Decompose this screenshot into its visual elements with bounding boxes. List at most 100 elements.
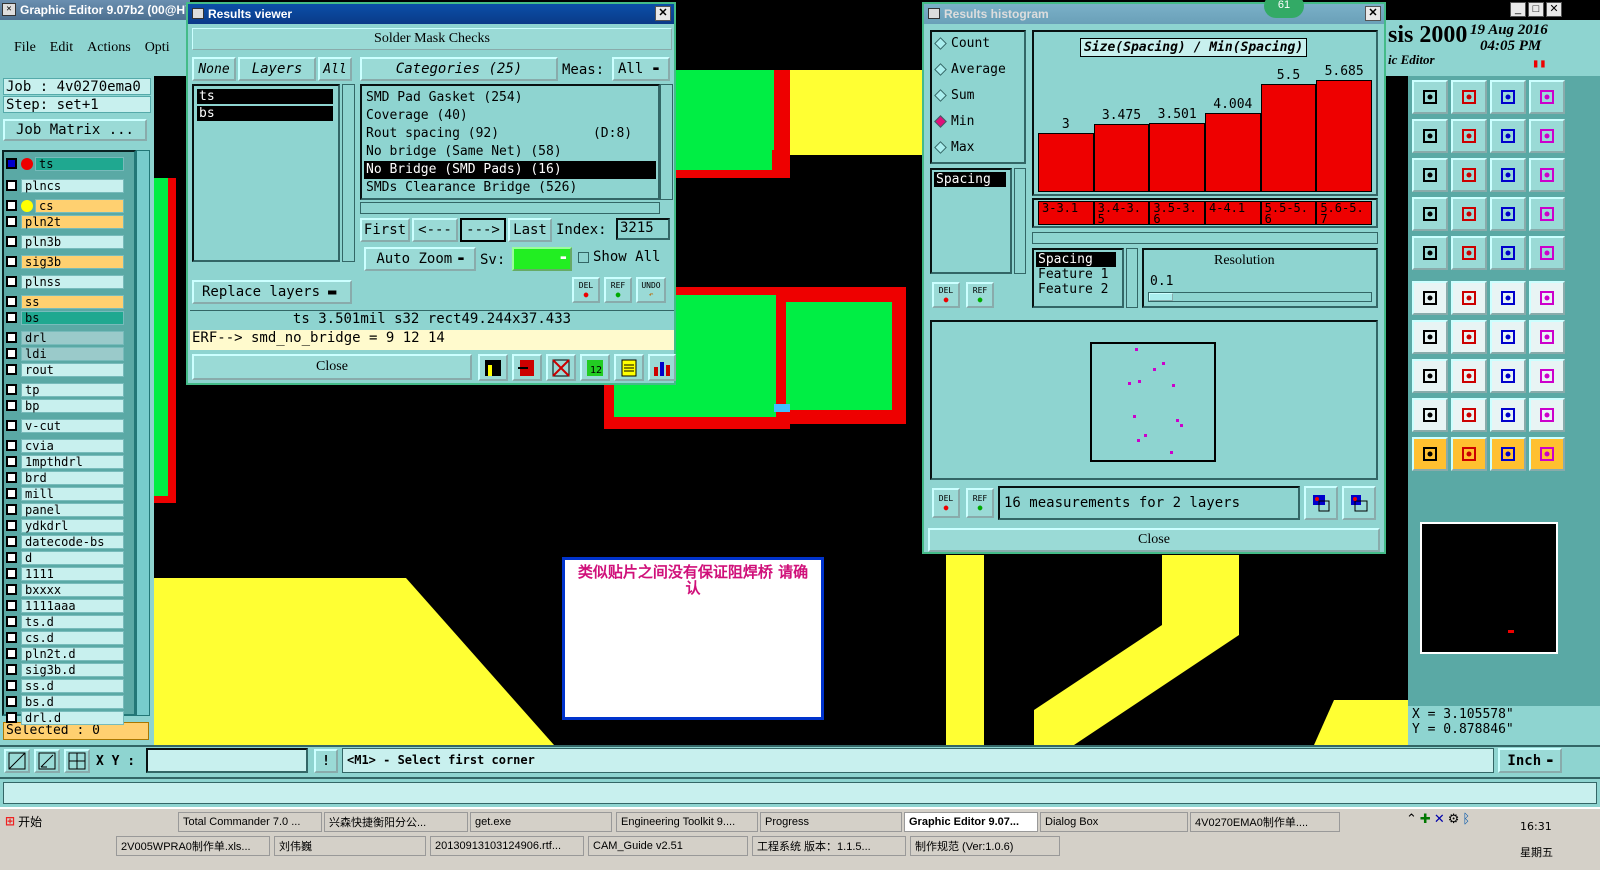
histogram-bar[interactable]	[1316, 80, 1372, 192]
sv-color-dropdown[interactable]: ▬	[512, 247, 572, 271]
feature-scrollbar[interactable]	[1126, 248, 1138, 308]
layer-item-bs[interactable]: bs	[197, 106, 333, 121]
pointer-move-icon[interactable]	[1529, 437, 1565, 471]
mirror-icon[interactable]	[1490, 119, 1526, 153]
layer-row-brd[interactable]: brd	[6, 470, 124, 485]
category-scrollbar[interactable]	[660, 84, 673, 200]
layer-checkbox[interactable]	[6, 552, 17, 563]
ref-button[interactable]: REF ●	[604, 277, 632, 303]
layer-row-rout[interactable]: rout	[6, 362, 124, 377]
category-item[interactable]: SMDs Clearance Bridge (526)	[364, 179, 656, 197]
layer-checkbox[interactable]	[6, 632, 17, 643]
taskbar-item[interactable]: Engineering Toolkit 9....	[616, 812, 758, 832]
taskbar-item[interactable]: CAM_Guide v2.51	[588, 836, 748, 856]
route-icon[interactable]	[1412, 281, 1448, 315]
histogram-bar[interactable]	[1205, 113, 1261, 192]
layer-row-v-cut[interactable]: v-cut	[6, 418, 124, 433]
auto-zoom-dropdown[interactable]: Auto Zoom ▬	[364, 247, 476, 271]
ref-button-2[interactable]: REF ●	[966, 488, 994, 518]
maximize-icon[interactable]: □	[1528, 2, 1544, 17]
move-left-icon[interactable]	[1412, 119, 1448, 153]
xy-input[interactable]	[146, 748, 308, 773]
layer-row-ss[interactable]: ss	[6, 294, 124, 309]
measure-points-icon[interactable]	[1490, 197, 1526, 231]
layer-checkbox[interactable]	[6, 332, 17, 343]
scale-icon[interactable]	[1490, 158, 1526, 192]
none-button[interactable]: None	[192, 57, 236, 81]
layer-checkbox[interactable]	[6, 440, 17, 451]
layer-checkbox[interactable]	[6, 236, 17, 247]
layer-checkbox[interactable]	[6, 536, 17, 547]
layer-checkbox[interactable]	[6, 456, 17, 467]
option-max[interactable]: Max	[934, 140, 974, 155]
layer-checkbox[interactable]	[6, 600, 17, 611]
layer-row-ldi[interactable]: ldi	[6, 346, 124, 361]
slash-icon[interactable]	[1451, 320, 1487, 354]
layer-row-sig3b.d[interactable]: sig3b.d	[6, 662, 124, 677]
layer-checkbox[interactable]	[6, 584, 17, 595]
feature-spacing[interactable]: Spacing	[1036, 252, 1116, 267]
first-button[interactable]: First	[360, 218, 410, 242]
layer-row-d[interactable]: d	[6, 550, 124, 565]
polygon-icon[interactable]	[1451, 236, 1487, 270]
close-tray-icon[interactable]: ✕	[1434, 812, 1445, 852]
taskbar-item[interactable]: 制作规范 (Ver:1.0.6)	[910, 836, 1060, 856]
network-icon[interactable]: ✚	[1420, 812, 1431, 852]
ruler-icon[interactable]	[1490, 236, 1526, 270]
preview-box[interactable]	[1090, 342, 1216, 462]
layer-row-cvia[interactable]: cvia	[6, 438, 124, 453]
layer-row-pln3b[interactable]: pln3b	[6, 234, 124, 249]
del-button-2[interactable]: DEL ●	[932, 488, 960, 518]
layer-row-plncs[interactable]: plncs	[6, 178, 124, 193]
grid-icon[interactable]	[64, 749, 90, 773]
settings-icon[interactable]: ⚙	[1448, 812, 1460, 852]
add-pad-icon[interactable]	[1412, 359, 1448, 393]
triangle-icon[interactable]	[1412, 398, 1448, 432]
layer-checkbox[interactable]	[6, 312, 17, 323]
layer-row-tp[interactable]: tp	[6, 382, 124, 397]
option-sum[interactable]: Sum	[934, 88, 974, 103]
layer-checkbox[interactable]	[6, 200, 17, 211]
category-list[interactable]: SMD Pad Gasket (254) Coverage (40) Rout sp…	[360, 84, 660, 200]
layer-row-cs[interactable]: cs	[6, 198, 124, 213]
measure-icon[interactable]	[34, 749, 60, 773]
layer-checkbox[interactable]	[6, 520, 17, 531]
layer-checkbox[interactable]	[6, 680, 17, 691]
spacing-icon[interactable]	[1490, 359, 1526, 393]
meas-dropdown[interactable]: All ▬	[612, 57, 670, 81]
exit-icon[interactable]	[512, 354, 542, 381]
histogram-close-button[interactable]: Close	[928, 528, 1380, 552]
close-icon[interactable]: ✕	[1546, 2, 1562, 17]
menu-actions[interactable]: Actions	[87, 40, 131, 56]
close-icon[interactable]: ✕	[1365, 6, 1381, 21]
layer-row-mill[interactable]: mill	[6, 486, 124, 501]
categories-button[interactable]: Categories (25)	[360, 57, 558, 81]
taskbar-item[interactable]: Dialog Box	[1040, 812, 1188, 832]
flip-icon[interactable]	[1529, 320, 1565, 354]
del-button[interactable]: DEL ●	[932, 282, 960, 308]
layer-down-icon[interactable]	[1451, 80, 1487, 114]
layer-checkbox[interactable]	[6, 420, 17, 431]
feature-1[interactable]: Feature 1	[1036, 267, 1120, 282]
pan-icon[interactable]	[1451, 158, 1487, 192]
snap-icon[interactable]	[4, 749, 30, 773]
move-right-icon[interactable]	[1451, 119, 1487, 153]
layer-checkbox[interactable]	[6, 158, 17, 169]
zoom-in-icon[interactable]	[1304, 486, 1338, 520]
category-item[interactable]: No bridge (Same Net) (58)	[364, 143, 656, 161]
alert-icon[interactable]: !	[314, 749, 338, 773]
arc-icon[interactable]	[1490, 320, 1526, 354]
ref-button[interactable]: REF ●	[966, 282, 994, 308]
layer-checkbox[interactable]	[6, 384, 17, 395]
layer-checkbox[interactable]	[6, 364, 17, 375]
navigator-view[interactable]	[1420, 522, 1558, 654]
sym-icon[interactable]	[1529, 359, 1565, 393]
chart-hscroll[interactable]	[1032, 232, 1378, 244]
fit-icon[interactable]	[1529, 80, 1565, 114]
show-all-checkbox[interactable]	[578, 252, 589, 263]
layer-checkbox[interactable]	[6, 276, 17, 287]
category-hscroll[interactable]	[360, 202, 660, 214]
layer-checkbox[interactable]	[6, 488, 17, 499]
close-icon[interactable]: ✕	[655, 6, 671, 21]
layer-row-ts.d[interactable]: ts.d	[6, 614, 124, 629]
